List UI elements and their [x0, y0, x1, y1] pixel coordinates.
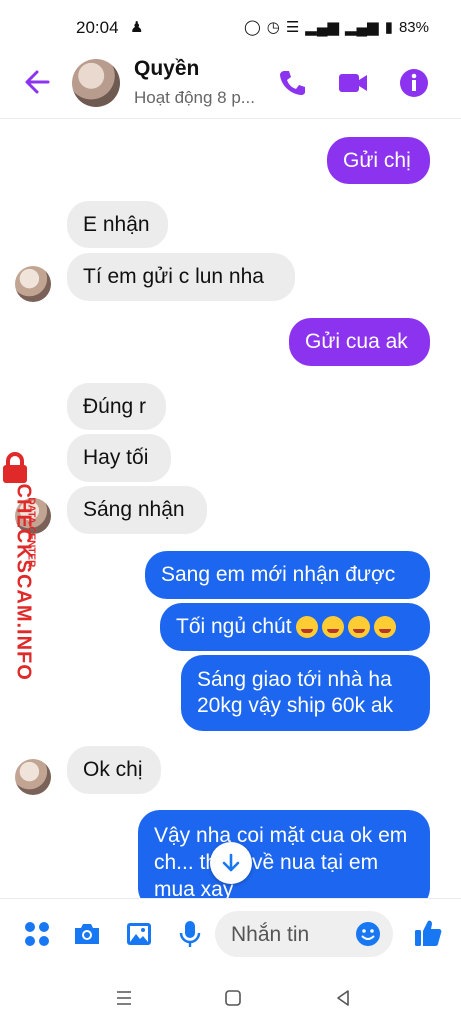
rofl-emoji-icon: [347, 616, 370, 638]
arrow-down-icon: [222, 853, 240, 872]
headphones-icon: ◯: [243, 19, 261, 36]
menu-grid-icon[interactable]: [22, 919, 52, 949]
hot-face-emoji-icon: [321, 616, 344, 638]
contact-name[interactable]: Quyền: [134, 57, 199, 81]
activity-status: Hoạt động 8 p...: [134, 88, 255, 107]
contact-avatar[interactable]: [72, 59, 120, 107]
person-add-icon: ♟: [130, 19, 144, 36]
message-bubble-incoming[interactable]: Sáng nhận: [67, 486, 207, 534]
system-navigation-bar: [0, 972, 461, 1024]
message-text: Tối ngủ chút: [176, 615, 292, 638]
microphone-icon[interactable]: [175, 919, 205, 949]
watermark-text: CHECKSCAM.INFO: [12, 483, 35, 681]
camera-icon[interactable]: [72, 919, 102, 949]
message-bubble-incoming[interactable]: Hay tối: [67, 434, 171, 482]
lock-icon: [3, 452, 27, 483]
signal-icon: ▂▄▆: [305, 19, 339, 36]
home-icon[interactable]: [221, 986, 245, 1010]
signal-icon-2: ▂▄▆: [345, 19, 379, 36]
alarm-icon: ◷: [266, 19, 280, 36]
message-input[interactable]: Nhắn tin: [215, 911, 393, 957]
message-bubble-incoming[interactable]: Tí em gửi c lun nha: [67, 253, 295, 301]
gallery-icon[interactable]: [124, 919, 154, 949]
message-bubble-outgoing[interactable]: Sáng giao tới nhà ha 20kg vậy ship 60k a…: [181, 655, 430, 731]
message-bubble-outgoing[interactable]: Gửi chị: [327, 137, 430, 184]
chat-header: Quyền Hoạt động 8 p...: [0, 48, 461, 119]
emoji-icon[interactable]: [355, 921, 381, 947]
contact-avatar-small: [15, 266, 51, 302]
message-bubble-outgoing[interactable]: Gửi cua ak: [289, 318, 430, 366]
back-icon[interactable]: [331, 986, 355, 1010]
message-bubble-outgoing[interactable]: Sang em mới nhận được: [145, 551, 430, 599]
message-bubble-outgoing[interactable]: Vậy nha coi mặt cua ok em ch... thêm về …: [138, 810, 430, 898]
video-call-icon[interactable]: [337, 67, 369, 99]
info-icon[interactable]: [398, 67, 430, 99]
hot-face-emoji-icon: [295, 616, 318, 638]
battery-percent: 83%: [398, 18, 429, 36]
status-time: 20:04: [76, 18, 119, 37]
watermark: DATA CENTER CHECKSCAM.INFO: [0, 452, 37, 682]
message-bubble-incoming[interactable]: E nhận: [67, 201, 168, 248]
back-arrow-icon[interactable]: [22, 64, 54, 100]
recent-apps-icon[interactable]: [112, 986, 136, 1010]
status-icons: ◯ ◷ ☰ ▂▄▆ ▂▄▆ ▮ 83%: [243, 18, 429, 37]
thumbs-up-icon[interactable]: [412, 917, 444, 949]
contact-avatar-small: [15, 759, 51, 795]
message-bubble-outgoing[interactable]: Tối ngủ chút: [160, 603, 430, 651]
scroll-to-bottom-button[interactable]: [210, 842, 252, 884]
battery-icon: ▮: [384, 19, 393, 36]
message-bubble-incoming[interactable]: Đúng r: [67, 383, 166, 430]
wifi-icon: ☰: [285, 19, 300, 36]
message-list[interactable]: Gửi chị E nhận Tí em gửi c lun nha Gửi c…: [0, 118, 461, 898]
rofl-emoji-icon: [373, 616, 396, 638]
message-input-placeholder: Nhắn tin: [231, 923, 310, 946]
message-bubble-incoming[interactable]: Ok chị: [67, 746, 161, 794]
message-composer: Nhắn tin: [0, 898, 461, 973]
phone-call-icon[interactable]: [276, 67, 308, 99]
